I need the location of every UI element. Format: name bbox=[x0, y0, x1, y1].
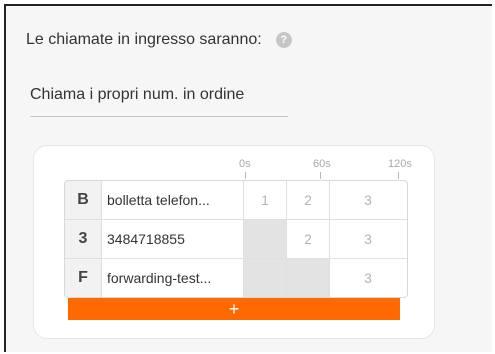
row-letter: 3 bbox=[65, 220, 102, 258]
ring-mode-select[interactable]: Chiama i propri num. in ordine bbox=[30, 84, 288, 117]
slot-2[interactable]: 2 bbox=[287, 181, 330, 219]
add-number-button[interactable]: + bbox=[68, 298, 400, 320]
scale-label-0s: 0s bbox=[239, 158, 251, 170]
row-letter: B bbox=[65, 181, 102, 219]
row-name[interactable]: forwarding-test... bbox=[102, 259, 244, 297]
scale-tick-120s bbox=[398, 172, 399, 179]
schedule-row: 3 3484718855 2 3 bbox=[65, 220, 407, 259]
schedule-row: F forwarding-test... 3 bbox=[65, 259, 407, 297]
slot-1[interactable]: 1 bbox=[244, 181, 287, 219]
scale-label-60s: 60s bbox=[313, 158, 331, 170]
slot-1[interactable] bbox=[244, 220, 287, 258]
slot-3[interactable]: 3 bbox=[330, 181, 406, 219]
incoming-calls-header: Le chiamate in ingresso saranno: ? bbox=[26, 31, 292, 49]
scale-tick-60s bbox=[320, 172, 321, 179]
incoming-calls-panel: Le chiamate in ingresso saranno: ? Chiam… bbox=[4, 4, 492, 352]
slot-1[interactable] bbox=[244, 259, 287, 297]
row-name[interactable]: 3484718855 bbox=[102, 220, 244, 258]
row-name[interactable]: bolletta telefon... bbox=[102, 181, 244, 219]
slot-3[interactable]: 3 bbox=[330, 259, 406, 297]
scale-tick-0s bbox=[245, 172, 246, 179]
row-letter: F bbox=[65, 259, 102, 297]
scale-label-120s: 120s bbox=[388, 158, 412, 170]
ring-schedule-card: 0s 60s 120s B bolletta telefon... 1 2 3 … bbox=[33, 145, 435, 339]
slot-2[interactable] bbox=[287, 259, 330, 297]
slot-2[interactable]: 2 bbox=[287, 220, 330, 258]
ring-schedule-grid: B bolletta telefon... 1 2 3 3 3484718855… bbox=[64, 180, 408, 298]
slot-3[interactable]: 3 bbox=[330, 220, 406, 258]
schedule-row: B bolletta telefon... 1 2 3 bbox=[65, 181, 407, 220]
incoming-calls-title: Le chiamate in ingresso saranno: bbox=[26, 31, 262, 48]
help-icon[interactable]: ? bbox=[275, 32, 292, 48]
